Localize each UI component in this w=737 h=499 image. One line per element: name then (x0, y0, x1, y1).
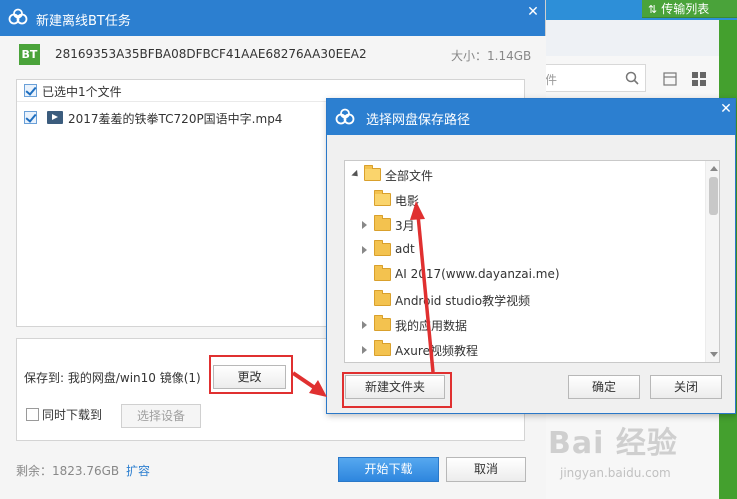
folder-tree: 全部文件 电影 3月 adt AI 2017(www.dayanzai.me) … (344, 160, 720, 363)
search-icon[interactable] (625, 71, 639, 85)
close-dialog-button[interactable]: 关闭 (650, 375, 722, 399)
scroll-down-icon[interactable] (710, 352, 718, 357)
watermark-brand: Bai 经验 (548, 426, 678, 461)
expand-arrow-icon[interactable] (359, 320, 369, 330)
folder-icon (374, 290, 391, 306)
highlight-new-folder-button (342, 372, 452, 408)
download-simultaneously-label: 同时下载到 (42, 408, 103, 422)
tree-item-app-data[interactable]: 我的应用数据 (345, 314, 705, 336)
tree-item-march[interactable]: 3月 (345, 214, 705, 236)
transfer-list-button[interactable]: ⇅ 传输列表 (642, 0, 737, 18)
torrent-hash: 28169353A35BFBA08DFBCF41AAE68276AA30EEA2 (55, 47, 367, 61)
folder-open-icon (364, 165, 381, 181)
expand-arrow-icon[interactable] (359, 245, 369, 255)
transfer-list-label: 传输列表 (661, 2, 710, 16)
video-file-icon (47, 111, 63, 124)
cloud-logo-icon (335, 108, 355, 125)
watermark-url: jingyan.baidu.com (560, 466, 671, 480)
picker-title: 选择网盘保存路径 (366, 113, 471, 128)
close-icon[interactable]: ✕ (716, 101, 736, 119)
bg-search-box[interactable]: 件 (540, 64, 646, 92)
folder-icon (374, 215, 391, 231)
folder-open-icon (374, 190, 391, 206)
main-dialog-title: 新建离线BT任务 (36, 14, 131, 29)
bg-toolbar-strip (540, 20, 720, 56)
bt-file-icon: BT (19, 44, 40, 65)
list-view-icon[interactable] (663, 72, 677, 86)
folder-icon (374, 315, 391, 331)
highlight-change-button (209, 355, 293, 394)
ok-button[interactable]: 确定 (568, 375, 640, 399)
folder-icon (374, 265, 391, 281)
select-all-checkbox[interactable] (24, 84, 37, 97)
tree-item-ai-2017[interactable]: AI 2017(www.dayanzai.me) (345, 264, 705, 286)
expand-arrow-icon[interactable] (359, 345, 369, 355)
main-dialog-titlebar[interactable]: 新建离线BT任务 ✕ (0, 0, 545, 36)
file-name: 2017羞羞的铁拳TC720P国语中字.mp4 (68, 112, 283, 126)
file-checkbox[interactable] (24, 111, 37, 124)
baidu-watermark: Bai 经验 jingyan.baidu.com (540, 418, 730, 490)
cancel-button[interactable]: 取消 (446, 457, 526, 482)
tree-item-movies[interactable]: 电影 (345, 189, 705, 211)
select-device-button[interactable]: 选择设备 (121, 404, 201, 428)
tree-item-axure[interactable]: Axure视频教程 (345, 339, 705, 361)
folder-icon (374, 240, 391, 256)
tree-item-label: Axure视频教程 (395, 344, 478, 358)
save-path-label: 保存到: 我的网盘/win10 镜像(1) (24, 371, 201, 385)
selected-summary: 已选中1个文件 (42, 85, 122, 99)
close-icon[interactable]: ✕ (523, 3, 543, 21)
tree-item-label: 3月 (395, 219, 415, 233)
tree-item-label: 我的应用数据 (395, 319, 468, 333)
start-download-button[interactable]: 开始下载 (338, 457, 439, 482)
folder-icon (374, 340, 391, 356)
tree-item-label: 电影 (395, 194, 420, 208)
scroll-thumb[interactable] (709, 177, 718, 215)
tree-item-label: AI 2017(www.dayanzai.me) (395, 267, 560, 281)
grid-view-icon[interactable] (692, 72, 706, 86)
torrent-size: 大小：1.14GB (451, 49, 532, 63)
picker-titlebar[interactable]: 选择网盘保存路径 ✕ (327, 99, 735, 135)
download-simultaneously-checkbox[interactable] (26, 408, 39, 421)
tree-item-label: adt (395, 242, 415, 256)
expand-storage-link[interactable]: 扩容 (126, 462, 150, 479)
cloud-logo-icon (8, 8, 28, 25)
expand-arrow-icon[interactable] (359, 220, 369, 230)
tree-item-label: 全部文件 (385, 169, 434, 183)
collapse-arrow-icon[interactable] (351, 170, 361, 180)
bg-search-text: 件 (545, 73, 558, 87)
transfer-icon: ⇅ (648, 3, 658, 16)
remaining-space: 剩余：1823.76GB (16, 464, 120, 478)
tree-item-all-files[interactable]: 全部文件 (345, 164, 705, 186)
tree-item-android-studio[interactable]: Android studio教学视频 (345, 289, 705, 311)
tree-item-adt[interactable]: adt (345, 239, 705, 261)
tree-item-label: Android studio教学视频 (395, 294, 531, 308)
tree-scrollbar[interactable] (705, 161, 719, 362)
scroll-up-icon[interactable] (710, 166, 718, 171)
choose-save-path-dialog: 选择网盘保存路径 ✕ 全部文件 电影 3月 adt AI 2017(www.da… (326, 98, 736, 414)
